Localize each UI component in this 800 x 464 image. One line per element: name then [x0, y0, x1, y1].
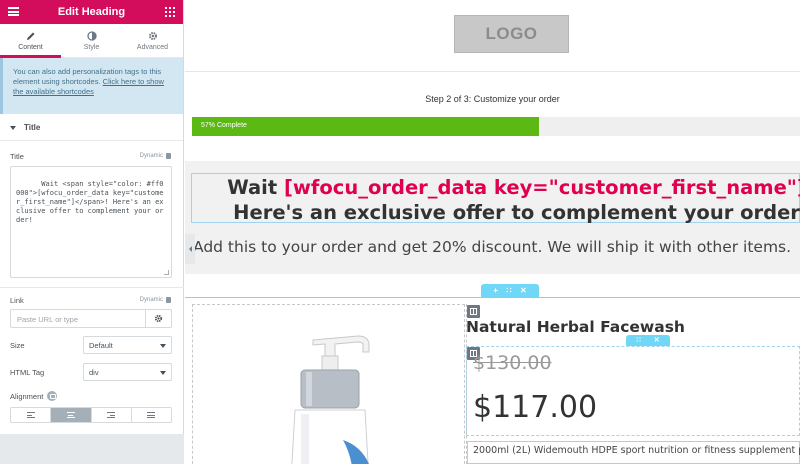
- alignment-choices: [10, 407, 172, 423]
- progress-label: 57% Complete: [201, 122, 247, 129]
- align-left-button[interactable]: [11, 408, 52, 422]
- tab-style-label: Style: [83, 43, 100, 51]
- link-url-input[interactable]: Paste URL or type: [10, 309, 146, 328]
- tab-advanced-label: Advanced: [136, 43, 169, 51]
- responsive-desktop-icon[interactable]: [47, 391, 58, 401]
- align-justify-icon: [147, 412, 156, 418]
- tab-content[interactable]: Content: [0, 24, 61, 58]
- link-control-label: Link: [10, 296, 24, 305]
- chevron-down-icon: [160, 344, 166, 348]
- html-tag-select[interactable]: div: [83, 363, 172, 381]
- panel-tabs: Content Style Advanced: [0, 24, 183, 58]
- align-right-icon: [107, 412, 116, 418]
- caret-down-icon: [10, 125, 16, 130]
- tab-advanced[interactable]: Advanced: [122, 24, 183, 57]
- divider: [0, 287, 184, 288]
- panel-header: Edit Heading: [0, 0, 183, 24]
- align-justify-button[interactable]: [132, 408, 171, 422]
- pencil-icon: [26, 32, 34, 40]
- resize-handle-icon[interactable]: [164, 270, 169, 275]
- close-icon[interactable]: ✕: [654, 337, 660, 344]
- product-image-column: [192, 304, 465, 464]
- alignment-label-row: Alignment: [10, 391, 58, 401]
- chevron-down-icon: [160, 371, 166, 375]
- heading-prefix: Wait: [227, 176, 284, 199]
- link-options-button[interactable]: [146, 309, 172, 328]
- html-tag-value: div: [89, 368, 99, 377]
- menu-icon[interactable]: [8, 7, 19, 16]
- product-bottle-image: [291, 335, 370, 464]
- title-section-toggle[interactable]: Title: [0, 115, 183, 141]
- title-control-label: Title: [10, 152, 24, 161]
- align-center-icon: [66, 412, 75, 418]
- title-textarea-value: Wait <span style="color: #ff0000">[wfocu…: [16, 180, 164, 224]
- html-tag-label: HTML Tag: [10, 368, 45, 377]
- tab-style[interactable]: Style: [61, 24, 122, 57]
- section-outline: [185, 297, 800, 298]
- size-value: Default: [89, 341, 113, 350]
- logo-placeholder: LOGO: [454, 15, 569, 53]
- database-icon: [166, 153, 171, 159]
- size-label: Size: [10, 341, 25, 350]
- section-title-label: Title: [24, 123, 41, 132]
- preview-canvas: LOGO Step 2 of 3: Customize your order 5…: [185, 0, 800, 464]
- progress-bar: 57% Complete: [192, 117, 800, 136]
- column-icon: [470, 308, 477, 315]
- product-description[interactable]: 2000ml (2L) Widemouth HDPE sport nutriti…: [473, 445, 800, 456]
- dynamic-tags-button-link[interactable]: Dynamic: [140, 297, 171, 303]
- widgets-grid-icon[interactable]: [165, 7, 175, 17]
- chevron-left-icon: [188, 246, 192, 252]
- regular-price: $130.00: [473, 352, 552, 374]
- plus-icon[interactable]: +: [493, 286, 498, 295]
- move-icon[interactable]: ∷: [506, 286, 511, 295]
- close-icon[interactable]: ✕: [520, 286, 527, 295]
- collapse-panel-button[interactable]: [185, 234, 195, 264]
- title-textarea[interactable]: Wait <span style="color: #ff0000">[wfocu…: [10, 166, 172, 278]
- alignment-label: Alignment: [10, 391, 44, 401]
- half-circle-icon: [86, 30, 97, 41]
- offer-subtext[interactable]: Add this to your order and get 20% disco…: [193, 238, 791, 256]
- product-name[interactable]: Natural Herbal Facewash: [466, 318, 685, 336]
- panel-title: Edit Heading: [57, 6, 126, 18]
- dynamic-tags-button-title[interactable]: Dynamic: [140, 153, 171, 159]
- inner-section-handle[interactable]: ∷ ✕: [626, 335, 670, 346]
- align-center-button[interactable]: [51, 408, 92, 422]
- tab-content-label: Content: [18, 43, 43, 51]
- align-left-icon: [26, 412, 35, 418]
- shortcodes-notice: You can also add personalization tags to…: [0, 58, 183, 114]
- column-handle[interactable]: [467, 305, 480, 318]
- elementor-panel: Edit Heading Content Style Advanced You …: [0, 0, 184, 464]
- gear-icon: [148, 31, 157, 40]
- align-right-button[interactable]: [92, 408, 132, 422]
- dynamic-label: Dynamic: [139, 297, 163, 303]
- step-indicator: Step 2 of 3: Customize your order: [425, 94, 560, 104]
- section-handle[interactable]: + ∷ ✕: [481, 284, 539, 297]
- offer-heading[interactable]: Wait [wfocu_order_data key="customer_fir…: [191, 175, 800, 225]
- size-select[interactable]: Default: [83, 336, 172, 354]
- move-icon[interactable]: ∷: [636, 337, 640, 344]
- link-url-placeholder: Paste URL or type: [17, 315, 78, 324]
- offer-price: $117.00: [473, 390, 598, 425]
- panel-footer: [0, 434, 184, 464]
- dynamic-label: Dynamic: [139, 153, 163, 159]
- heading-shortcode: [wfocu_order_data key="customer_first_na…: [283, 176, 800, 199]
- database-icon: [166, 297, 171, 303]
- header-divider: [185, 71, 800, 72]
- gear-icon: [154, 314, 163, 323]
